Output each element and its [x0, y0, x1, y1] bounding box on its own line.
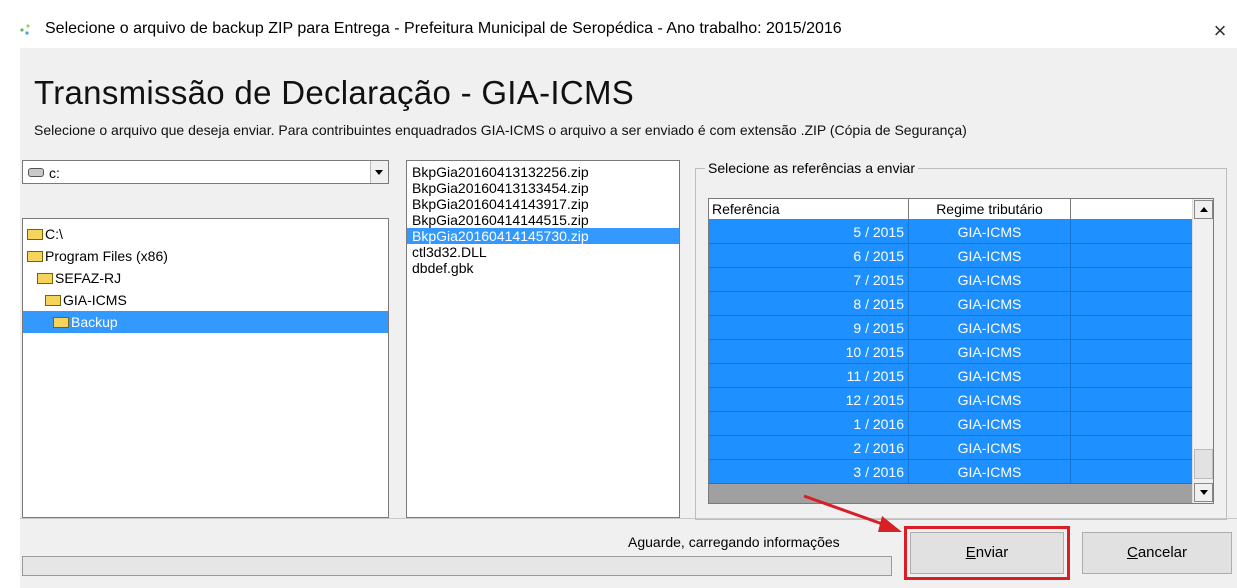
folder-open-icon — [45, 294, 61, 306]
references-group-title: Selecione as referências a enviar — [705, 160, 919, 176]
regime-cell: GIA-ICMS — [909, 388, 1071, 412]
file-item[interactable]: BkpGia20160414143917.zip — [407, 196, 679, 212]
file-list[interactable]: BkpGia20160413132256.zip BkpGia201604131… — [406, 160, 680, 518]
table-row[interactable]: 9 / 2015 GIA-ICMS — [709, 316, 1192, 340]
drive-icon — [28, 168, 44, 177]
regime-cell: GIA-ICMS — [909, 412, 1071, 436]
progress-bar — [22, 556, 892, 576]
folder-item-sefaz[interactable]: SEFAZ-RJ — [37, 267, 121, 289]
title-bar: Selecione o arquivo de backup ZIP para E… — [0, 0, 1237, 48]
folder-label: SEFAZ-RJ — [55, 270, 122, 286]
regime-cell: GIA-ICMS — [909, 244, 1071, 268]
references-grid[interactable]: Referência Regime tributário 5 / 2015 GIA… — [708, 198, 1214, 504]
drive-select[interactable]: c: — [22, 160, 389, 184]
close-icon[interactable]: × — [1203, 14, 1237, 48]
table-row[interactable]: 7 / 2015 GIA-ICMS — [709, 268, 1192, 292]
divider — [20, 518, 1237, 519]
folder-item-gia-icms[interactable]: GIA-ICMS — [45, 289, 127, 311]
folder-label: Program Files (x86) — [45, 248, 168, 264]
folder-item-root[interactable]: C:\ — [27, 223, 63, 245]
table-row[interactable]: 12 / 2015 GIA-ICMS — [709, 388, 1192, 412]
folder-label: Backup — [71, 314, 118, 330]
cancel-button[interactable]: Cancelar — [1082, 532, 1232, 574]
app-icon — [20, 24, 30, 35]
send-button-highlight — [904, 526, 1070, 580]
table-row[interactable]: 3 / 2016 GIA-ICMS — [709, 460, 1192, 484]
empty-cell — [1071, 460, 1192, 484]
cancel-accelerator: C — [1126, 544, 1138, 561]
empty-cell — [1071, 316, 1192, 340]
empty-cell — [1071, 292, 1192, 316]
column-header-empty — [1071, 199, 1192, 219]
empty-cell — [1071, 220, 1192, 244]
reference-cell: 1 / 2016 — [709, 412, 909, 436]
file-item[interactable]: ctl3d32.DLL — [407, 244, 679, 260]
file-item-selected[interactable]: BkpGia20160414145730.zip — [407, 228, 679, 244]
scroll-down-icon[interactable] — [1194, 483, 1213, 502]
folder-item-program-files[interactable]: Program Files (x86) — [27, 245, 168, 267]
file-item[interactable]: BkpGia20160413133454.zip — [407, 180, 679, 196]
reference-cell: 7 / 2015 — [709, 268, 909, 292]
empty-cell — [1071, 436, 1192, 460]
folder-open-icon — [27, 250, 43, 262]
empty-cell — [1071, 364, 1192, 388]
instructions-text: Selecione o arquivo que deseja enviar. P… — [34, 122, 967, 138]
regime-cell: GIA-ICMS — [909, 364, 1071, 388]
folder-tree[interactable]: C:\ Program Files (x86) SEFAZ-RJ GIA-ICM… — [22, 218, 389, 518]
table-row[interactable]: 2 / 2016 GIA-ICMS — [709, 436, 1192, 460]
folder-item-backup[interactable]: Backup — [23, 311, 388, 333]
reference-cell: 6 / 2015 — [709, 244, 909, 268]
table-row[interactable]: 11 / 2015 GIA-ICMS — [709, 364, 1192, 388]
empty-cell — [1071, 340, 1192, 364]
table-row[interactable]: 10 / 2015 GIA-ICMS — [709, 340, 1192, 364]
cancel-label: ancelar — [1137, 544, 1188, 561]
regime-cell: GIA-ICMS — [909, 460, 1071, 484]
table-row[interactable]: 6 / 2015 GIA-ICMS — [709, 244, 1192, 268]
page-title: Transmissão de Declaração - GIA-ICMS — [34, 74, 635, 111]
reference-cell: 2 / 2016 — [709, 436, 909, 460]
drive-value: c: — [49, 165, 60, 181]
annotation-arrow — [803, 494, 902, 532]
reference-cell: 3 / 2016 — [709, 460, 909, 484]
empty-cell — [1071, 388, 1192, 412]
scroll-thumb[interactable] — [1194, 449, 1213, 479]
dialog-body: Transmissão de Declaração - GIA-ICMS Sel… — [20, 48, 1237, 588]
folder-open-icon — [37, 272, 53, 284]
empty-cell — [1071, 244, 1192, 268]
table-row[interactable]: 5 / 2015 GIA-ICMS — [709, 220, 1192, 244]
folder-label: GIA-ICMS — [63, 292, 127, 308]
empty-cell — [1071, 412, 1192, 436]
empty-cell — [1071, 268, 1192, 292]
file-item[interactable]: BkpGia20160413132256.zip — [407, 164, 679, 180]
reference-cell: 11 / 2015 — [709, 364, 909, 388]
dialog-window: Selecione o arquivo de backup ZIP para E… — [0, 0, 1237, 588]
table-row[interactable]: 8 / 2015 GIA-ICMS — [709, 292, 1192, 316]
grid-header: Referência Regime tributário — [709, 199, 1192, 220]
regime-cell: GIA-ICMS — [909, 436, 1071, 460]
reference-cell: 9 / 2015 — [709, 316, 909, 340]
folder-open-icon — [53, 316, 69, 328]
reference-cell: 5 / 2015 — [709, 220, 909, 244]
chevron-down-icon[interactable] — [370, 161, 388, 183]
file-item[interactable]: BkpGia20160414144515.zip — [407, 212, 679, 228]
reference-cell: 8 / 2015 — [709, 292, 909, 316]
scroll-up-icon[interactable] — [1194, 200, 1213, 219]
reference-cell: 12 / 2015 — [709, 388, 909, 412]
window-title: Selecione o arquivo de backup ZIP para E… — [45, 20, 842, 37]
regime-cell: GIA-ICMS — [909, 220, 1071, 244]
reference-cell: 10 / 2015 — [709, 340, 909, 364]
file-item[interactable]: dbdef.gbk — [407, 260, 679, 276]
column-header-referencia[interactable]: Referência — [709, 199, 909, 219]
regime-cell: GIA-ICMS — [909, 316, 1071, 340]
regime-cell: GIA-ICMS — [909, 292, 1071, 316]
folder-open-icon — [27, 228, 43, 240]
column-header-regime[interactable]: Regime tributário — [909, 199, 1071, 219]
table-row[interactable]: 1 / 2016 GIA-ICMS — [709, 412, 1192, 436]
regime-cell: GIA-ICMS — [909, 340, 1071, 364]
regime-cell: GIA-ICMS — [909, 268, 1071, 292]
grid-scrollbar[interactable] — [1192, 199, 1213, 503]
folder-label: C:\ — [45, 226, 63, 242]
